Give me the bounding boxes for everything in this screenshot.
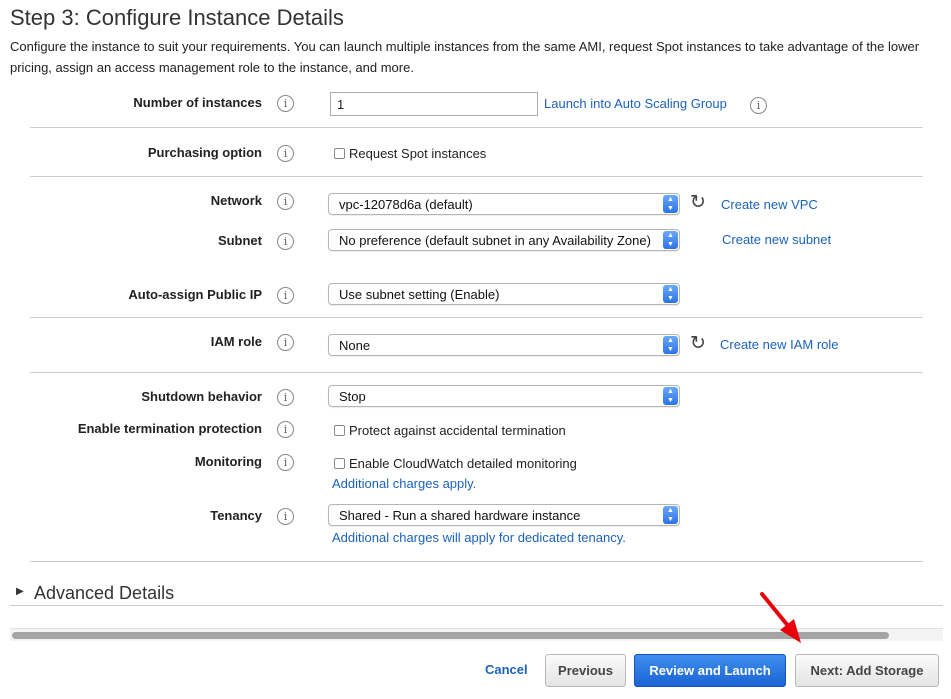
dedicated-tenancy-charges-link[interactable]: Additional charges will apply for dedica…	[332, 530, 626, 545]
checkbox-box[interactable]	[334, 425, 345, 436]
cloudwatch-monitoring-checkbox[interactable]: Enable CloudWatch detailed monitoring	[334, 456, 577, 471]
launch-auto-scaling-link[interactable]: Launch into Auto Scaling Group	[544, 96, 727, 111]
monitoring-label: Monitoring	[194, 454, 262, 469]
info-icon[interactable]: i	[277, 233, 294, 250]
info-icon[interactable]: i	[277, 334, 294, 351]
termination-protection-label: Enable termination protection	[77, 421, 262, 436]
iam-role-select[interactable]: None ▲ ▼	[328, 334, 680, 356]
iam-role-label: IAM role	[210, 334, 262, 349]
scrollbar-thumb[interactable]	[12, 632, 889, 639]
create-new-subnet-link[interactable]: Create new subnet	[722, 232, 831, 247]
select-arrows-icon: ▲ ▼	[663, 195, 678, 213]
tenancy-label: Tenancy	[210, 508, 262, 523]
number-of-instances-label: Number of instances	[133, 95, 262, 110]
subnet-select[interactable]: No preference (default subnet in any Ava…	[328, 229, 680, 251]
shutdown-behavior-select[interactable]: Stop ▲ ▼	[328, 385, 680, 407]
network-label: Network	[210, 193, 262, 208]
request-spot-checkbox[interactable]: Request Spot instances	[334, 146, 486, 161]
tenancy-value: Shared - Run a shared hardware instance	[339, 508, 581, 523]
separator	[30, 561, 923, 562]
separator	[30, 176, 923, 177]
checkbox-box[interactable]	[334, 148, 345, 159]
additional-charges-link[interactable]: Additional charges apply.	[332, 476, 476, 491]
caret-right-icon[interactable]: ▶	[16, 586, 24, 597]
info-icon[interactable]: i	[277, 454, 294, 471]
create-new-iam-role-link[interactable]: Create new IAM role	[720, 337, 839, 352]
network-value: vpc-12078d6a (default)	[339, 197, 473, 212]
separator	[30, 127, 923, 128]
advanced-details-toggle[interactable]: Advanced Details	[34, 583, 174, 604]
select-arrows-icon: ▲ ▼	[663, 285, 678, 303]
review-and-launch-button[interactable]: Review and Launch	[634, 654, 786, 687]
request-spot-label: Request Spot instances	[349, 146, 487, 161]
subnet-value: No preference (default subnet in any Ava…	[339, 233, 651, 248]
checkbox-box[interactable]	[334, 458, 345, 469]
termination-protection-text: Protect against accidental termination	[349, 423, 566, 438]
info-icon[interactable]: i	[277, 508, 294, 525]
select-arrows-icon: ▲ ▼	[663, 336, 678, 354]
info-icon[interactable]: i	[277, 193, 294, 210]
public-ip-label: Auto-assign Public IP	[128, 287, 262, 302]
info-icon[interactable]: i	[277, 287, 294, 304]
shutdown-behavior-label: Shutdown behavior	[141, 389, 262, 404]
public-ip-select[interactable]: Use subnet setting (Enable) ▲ ▼	[328, 283, 680, 305]
tenancy-select[interactable]: Shared - Run a shared hardware instance …	[328, 504, 680, 526]
info-icon[interactable]: i	[277, 145, 294, 162]
info-icon[interactable]: i	[277, 389, 294, 406]
shutdown-behavior-value: Stop	[339, 389, 366, 404]
select-arrows-icon: ▲ ▼	[663, 231, 678, 249]
create-new-vpc-link[interactable]: Create new VPC	[721, 197, 818, 212]
number-of-instances-input[interactable]	[330, 92, 538, 116]
termination-protection-checkbox[interactable]: Protect against accidental termination	[334, 423, 566, 438]
separator	[10, 605, 943, 606]
horizontal-scrollbar[interactable]	[10, 628, 943, 641]
cloudwatch-monitoring-text: Enable CloudWatch detailed monitoring	[349, 456, 577, 471]
previous-button[interactable]: Previous	[545, 654, 626, 687]
cancel-button[interactable]: Cancel	[485, 662, 528, 677]
public-ip-value: Use subnet setting (Enable)	[339, 287, 500, 302]
refresh-icon[interactable]: ↻	[690, 193, 706, 212]
subnet-label: Subnet	[217, 233, 262, 248]
select-arrows-icon: ▲ ▼	[663, 506, 678, 524]
info-icon[interactable]: i	[750, 97, 767, 114]
separator	[30, 317, 923, 318]
info-icon[interactable]: i	[277, 421, 294, 438]
select-arrows-icon: ▲ ▼	[663, 387, 678, 405]
network-select[interactable]: vpc-12078d6a (default) ▲ ▼	[328, 193, 680, 215]
purchasing-option-label: Purchasing option	[147, 145, 262, 160]
page-description: Configure the instance to suit your requ…	[10, 39, 920, 75]
refresh-icon[interactable]: ↻	[690, 334, 706, 353]
next-add-storage-button[interactable]: Next: Add Storage	[795, 654, 939, 687]
separator	[30, 372, 923, 373]
page-title: Step 3: Configure Instance Details	[10, 5, 344, 30]
iam-role-value: None	[339, 338, 371, 353]
info-icon[interactable]: i	[277, 95, 294, 112]
